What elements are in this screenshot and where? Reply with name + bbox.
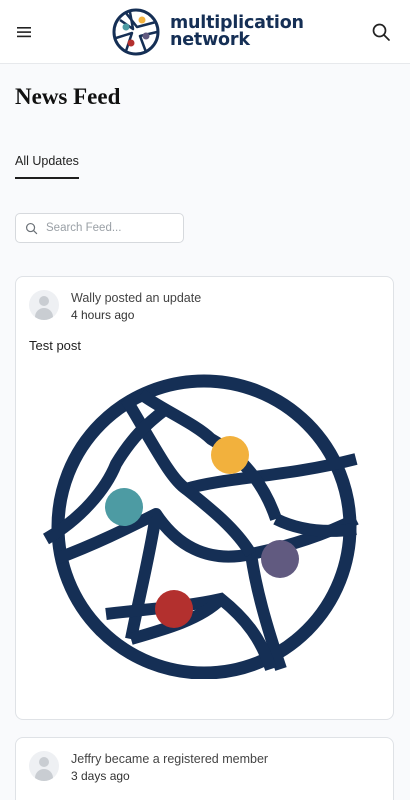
brand-logo-icon bbox=[112, 8, 160, 56]
menu-button[interactable] bbox=[14, 22, 36, 42]
activity-timestamp[interactable]: 3 days ago bbox=[71, 769, 130, 783]
avatar-placeholder-icon bbox=[39, 757, 49, 767]
feed-search-input[interactable] bbox=[46, 222, 166, 234]
tab-all-updates[interactable]: All Updates bbox=[15, 154, 79, 179]
brand-name-line2: network bbox=[170, 30, 250, 50]
activity-timestamp[interactable]: 4 hours ago bbox=[71, 308, 134, 322]
activity-action-text: Jeffry became a registered member bbox=[71, 752, 269, 766]
avatar-placeholder-icon bbox=[39, 296, 49, 306]
activity-card: Wally posted an update 4 hours ago Test … bbox=[15, 276, 394, 720]
avatar[interactable] bbox=[29, 751, 59, 781]
feed-search-box[interactable] bbox=[15, 213, 184, 243]
search-icon bbox=[372, 23, 390, 41]
page-title: News Feed bbox=[15, 84, 121, 109]
post-body-text: Test post bbox=[29, 338, 82, 353]
brand-logo-link[interactable]: multiplication network bbox=[108, 6, 304, 58]
avatar[interactable] bbox=[29, 290, 59, 320]
activity-card: Jeffry became a registered member 3 days… bbox=[15, 737, 394, 800]
activity-action-text: Wally posted an update bbox=[71, 291, 202, 305]
post-image-multiplication-network-logo[interactable] bbox=[36, 369, 372, 679]
hamburger-menu-icon bbox=[17, 27, 31, 38]
header-search-button[interactable] bbox=[370, 21, 392, 43]
brand-name: multiplication network bbox=[170, 14, 304, 50]
search-icon bbox=[25, 222, 38, 234]
top-bar: multiplication network bbox=[0, 0, 410, 64]
